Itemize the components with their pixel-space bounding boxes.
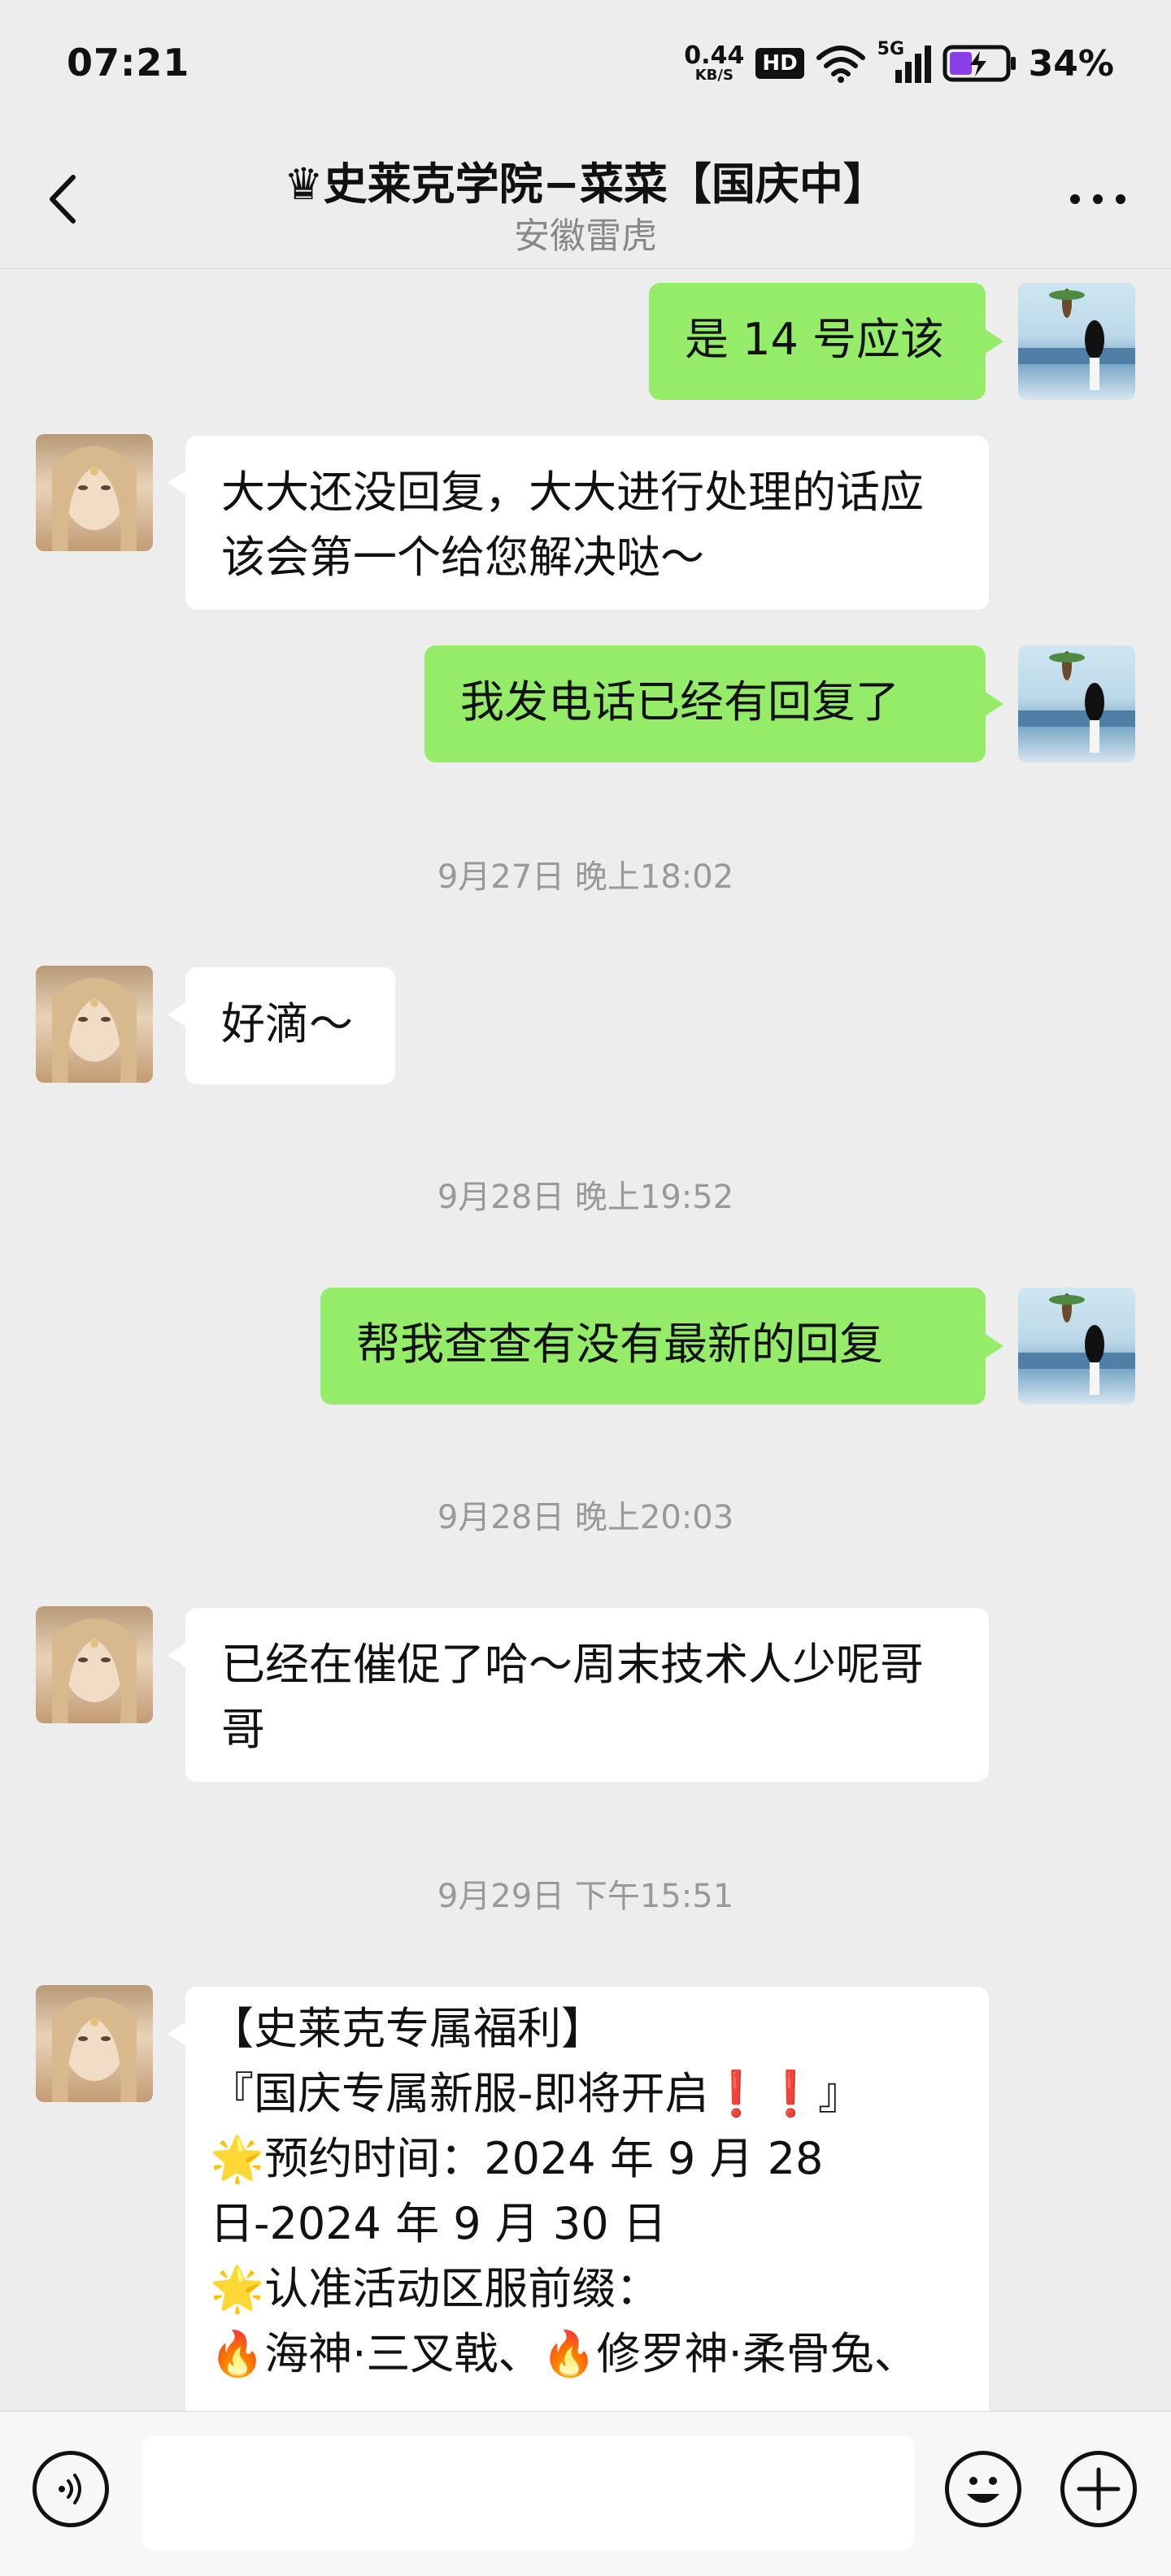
emoji-icon: [967, 2477, 999, 2503]
beach-girl-image: [1018, 289, 1135, 390]
contact-avatar[interactable]: [36, 1606, 153, 1723]
my-avatar[interactable]: [1018, 283, 1135, 400]
cell-signal: 5G: [877, 39, 931, 85]
message-bubble-contact[interactable]: 好滴～: [168, 967, 395, 1084]
promo-message-bubble[interactable]: 【史莱克专属福利】 『国庆专属新服-即将开启❗❗』 🌟预约时间：2024 年 9…: [168, 1987, 989, 2414]
message-input[interactable]: [141, 2436, 914, 2550]
message-bubble-mine[interactable]: 帮我查查有没有最新的回复: [320, 1288, 1003, 1405]
battery-percent: 34%: [1028, 42, 1114, 85]
chat-subtitle: 安徽雷虎: [514, 215, 657, 257]
contact-avatar[interactable]: [36, 1985, 153, 2102]
voice-input-button[interactable]: [33, 2451, 109, 2527]
message-bubble-mine[interactable]: 是 14 号应该: [649, 283, 1003, 400]
avatar-portrait-image: [52, 446, 137, 551]
avatar-portrait-image: [52, 1618, 137, 1723]
plus-icon: [1077, 2467, 1121, 2511]
contact-avatar[interactable]: [36, 434, 153, 551]
status-bar: 07:21 0.44 KB/S HD 5G 34%: [0, 0, 1171, 130]
input-bar: [0, 2411, 1171, 2576]
message-timestamp: 9月27日 晚上18:02: [437, 858, 734, 896]
message-timestamp: 9月28日 晚上19:52: [437, 1179, 734, 1216]
chat-header: ♛史莱克学院−菜菜【国庆中】 安徽雷虎: [0, 130, 1171, 269]
my-avatar[interactable]: [1018, 645, 1135, 762]
status-time: 07:21: [67, 41, 190, 85]
voice-icon: [59, 2474, 81, 2504]
my-avatar[interactable]: [1018, 1288, 1135, 1405]
chat-messages: 是 14 号应该 大大还没回复，大大进行处理的话应该会第一个给您解决哒～ 我发电…: [0, 268, 1171, 2414]
message-bubble-contact[interactable]: 已经在催促了哈～周末技术人少呢哥哥: [168, 1608, 989, 1782]
network-speed-unit: KB/S: [694, 67, 734, 84]
hd-badge: HD: [755, 48, 804, 79]
beach-girl-image: [1018, 1293, 1135, 1395]
avatar-portrait-image: [52, 1997, 137, 2102]
network-speed: 0.44 KB/S: [684, 44, 744, 83]
status-indicators: 0.44 KB/S HD 5G 34%: [684, 39, 1114, 88]
signal-bars-icon: [895, 46, 931, 83]
more-options-icon[interactable]: [1065, 179, 1130, 219]
beach-girl-image: [1018, 651, 1135, 753]
network-speed-value: 0.44: [684, 41, 745, 70]
wifi-icon: [816, 46, 865, 83]
contact-avatar[interactable]: [36, 966, 153, 1083]
message-timestamp: 9月29日 下午15:51: [437, 1878, 734, 1915]
chat-title: ♛史莱克学院−菜菜【国庆中】: [284, 159, 887, 210]
more-actions-button[interactable]: [1060, 2451, 1137, 2527]
message-bubble-mine[interactable]: 我发电话已经有回复了: [424, 645, 1003, 762]
battery-icon: [942, 45, 1016, 82]
emoji-button[interactable]: [945, 2451, 1021, 2527]
message-timestamp: 9月28日 晚上20:03: [437, 1499, 734, 1536]
avatar-portrait-image: [52, 978, 137, 1083]
message-bubble-contact[interactable]: 大大还没回复，大大进行处理的话应该会第一个给您解决哒～: [168, 436, 989, 610]
